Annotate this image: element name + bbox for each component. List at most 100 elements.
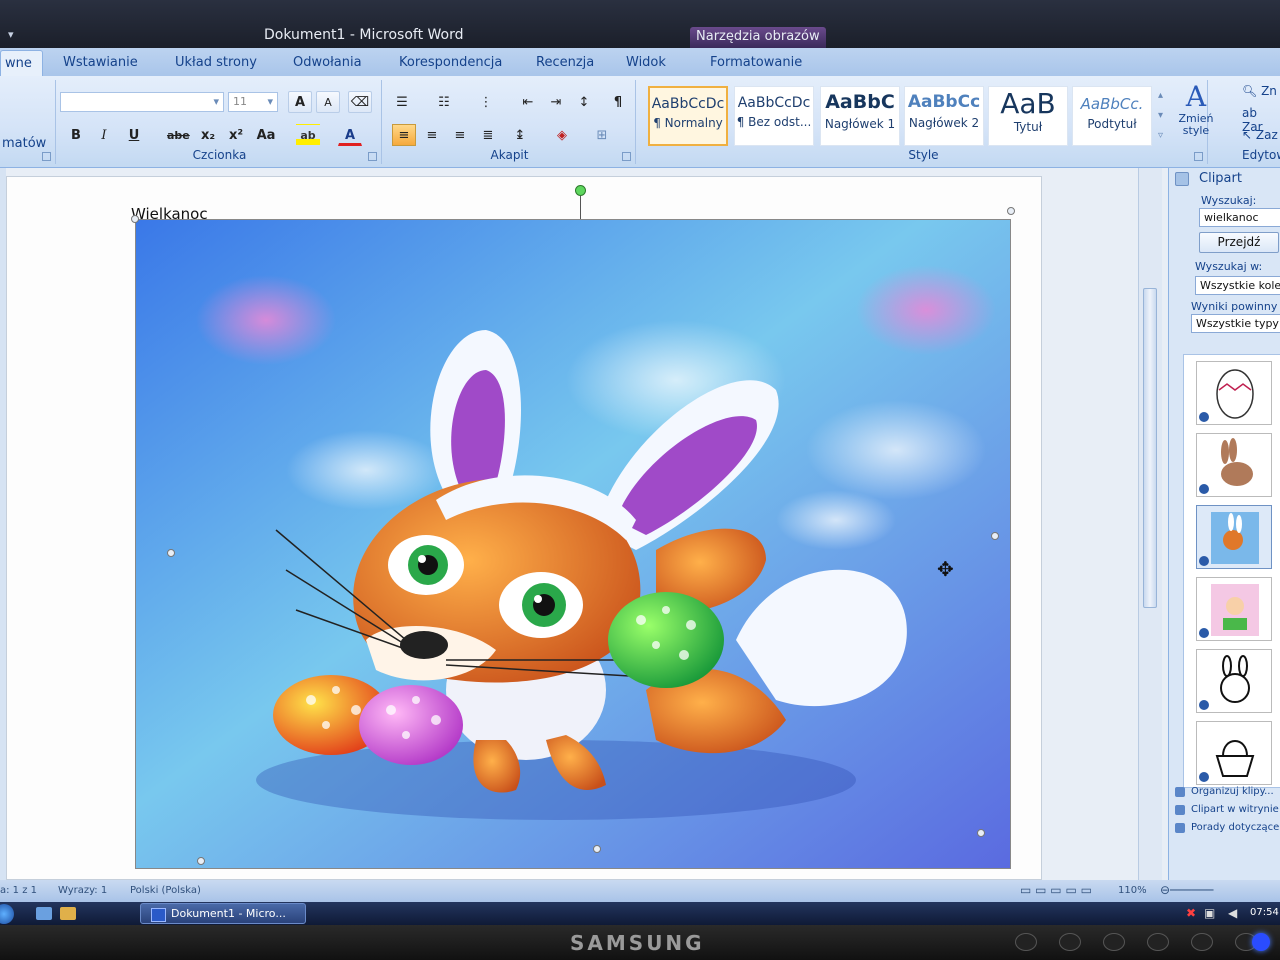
numbering-icon[interactable]: ☷: [432, 91, 456, 113]
tab-review[interactable]: Recenzja: [536, 55, 594, 70]
power-button[interactable]: [1252, 933, 1270, 951]
font-launcher-icon[interactable]: [368, 152, 377, 161]
clipart-result[interactable]: [1196, 577, 1272, 641]
style-title[interactable]: AaB Tytuł: [988, 86, 1068, 146]
clipart-result[interactable]: [1196, 649, 1272, 713]
borders-icon[interactable]: ⊞: [590, 124, 614, 146]
results-type-select[interactable]: Wszystkie typy: [1191, 314, 1280, 333]
clipart-online-link[interactable]: Clipart w witrynie Offic: [1175, 804, 1280, 815]
vertical-scrollbar[interactable]: [1138, 168, 1162, 880]
resize-handle[interactable]: [167, 549, 175, 557]
easter-clipart-image[interactable]: [135, 219, 1011, 869]
resize-handle[interactable]: [197, 857, 205, 865]
style-normal[interactable]: AaBbCcDc ¶ Normalny: [648, 86, 728, 146]
resize-handle[interactable]: [593, 845, 601, 853]
paragraph-launcher-icon[interactable]: [622, 152, 631, 161]
align-right-icon[interactable]: ≡: [448, 124, 472, 146]
style-heading-2[interactable]: AaBbCc Nagłówek 2: [904, 86, 984, 146]
font-size-field[interactable]: 11 ▾: [228, 92, 278, 112]
volume-icon[interactable]: ◀: [1228, 906, 1237, 920]
tab-page-layout[interactable]: Układ strony: [175, 55, 257, 70]
show-marks-icon[interactable]: ¶: [606, 91, 630, 113]
word-count[interactable]: Wyrazy: 1: [58, 885, 107, 896]
monitor-buttons: [1015, 933, 1257, 951]
tab-home[interactable]: wne: [0, 50, 43, 76]
grow-font-button[interactable]: A: [288, 91, 312, 113]
highlight-button[interactable]: ab: [296, 124, 320, 146]
zoom-level[interactable]: 110%: [1118, 885, 1147, 896]
clear-format-icon[interactable]: ⌫: [348, 91, 372, 113]
style-sample: AaBbCcDc: [737, 95, 811, 111]
find-button[interactable]: 🔍︎ Zn: [1242, 84, 1277, 98]
tab-mailings[interactable]: Korespondencja: [399, 55, 502, 70]
tab-format[interactable]: Formatowanie: [710, 55, 802, 70]
shrink-font-button[interactable]: A: [316, 91, 340, 113]
change-case-button[interactable]: Aa: [254, 124, 278, 146]
document-page[interactable]: Wielkanoc ✥: [6, 176, 1042, 880]
bullets-icon[interactable]: ☰: [390, 91, 414, 113]
scrollbar-thumb[interactable]: [1143, 288, 1157, 608]
tab-insert[interactable]: Wstawianie: [63, 55, 138, 70]
monitor-button[interactable]: [1103, 933, 1125, 951]
style-subtitle[interactable]: AaBbCc. Podtytuł: [1072, 86, 1152, 146]
line-spacing-icon[interactable]: ↨: [508, 124, 532, 146]
clipart-result[interactable]: [1196, 433, 1272, 497]
justify-icon[interactable]: ≣: [476, 124, 500, 146]
view-buttons-icon[interactable]: ▭ ▭ ▭ ▭ ▭: [1020, 883, 1092, 897]
rotation-handle[interactable]: [575, 185, 586, 196]
monitor-button[interactable]: [1191, 933, 1213, 951]
style-heading-1[interactable]: AaBbC Nagłówek 1: [820, 86, 900, 146]
select-button[interactable]: ↖ Zaz: [1242, 128, 1278, 142]
tab-view[interactable]: Widok: [626, 55, 666, 70]
decrease-indent-icon[interactable]: ⇤: [516, 91, 540, 113]
monitor-button[interactable]: [1015, 933, 1037, 951]
organize-clips-link[interactable]: Organizuj klipy...: [1175, 786, 1274, 797]
resize-handle[interactable]: [131, 215, 139, 223]
font-name-field[interactable]: ▾: [60, 92, 224, 112]
styles-launcher-icon[interactable]: [1194, 152, 1203, 161]
sort-icon[interactable]: ↕: [572, 91, 596, 113]
underline-button[interactable]: U: [122, 124, 146, 146]
style-no-spacing[interactable]: AaBbCcDc ¶ Bez odst...: [734, 86, 814, 146]
clock[interactable]: 07:54: [1250, 907, 1279, 918]
multilevel-list-icon[interactable]: ⋮: [474, 91, 498, 113]
clipart-result[interactable]: [1196, 361, 1272, 425]
network-icon[interactable]: ✖: [1186, 906, 1196, 920]
align-center-icon[interactable]: ≡: [420, 124, 444, 146]
subscript-button[interactable]: x₂: [196, 124, 220, 146]
go-button[interactable]: Przejdź: [1199, 232, 1279, 253]
resize-handle[interactable]: [977, 829, 985, 837]
align-left-icon[interactable]: ≡: [392, 124, 416, 146]
superscript-button[interactable]: x²: [224, 124, 248, 146]
screen: ▾ Dokument1 - Microsoft Word Narzędzia o…: [0, 0, 1280, 925]
tray-icon[interactable]: ▣: [1204, 906, 1215, 920]
resize-handle[interactable]: [991, 532, 999, 540]
font-color-button[interactable]: A: [338, 124, 362, 146]
group-font: ▾ 11 ▾ A A ⌫ B I U abe x₂ x² Aa ab A Czci…: [58, 80, 382, 164]
bold-button[interactable]: B: [64, 124, 88, 146]
monitor-button[interactable]: [1059, 933, 1081, 951]
quick-access-dropdown-icon[interactable]: ▾: [8, 28, 14, 41]
page-count[interactable]: a: 1 z 1: [0, 885, 37, 896]
search-in-select[interactable]: Wszystkie kolek: [1195, 276, 1280, 295]
resize-handle[interactable]: [1007, 207, 1015, 215]
monitor-button[interactable]: [1147, 933, 1169, 951]
clipart-search-input[interactable]: wielkanoc: [1199, 208, 1280, 227]
explorer-icon[interactable]: [60, 907, 76, 920]
language-indicator[interactable]: Polski (Polska): [130, 885, 201, 896]
increase-indent-icon[interactable]: ⇥: [544, 91, 568, 113]
show-desktop-icon[interactable]: [36, 907, 52, 920]
taskbar-item-word[interactable]: Dokument1 - Micro...: [140, 903, 306, 924]
tab-references[interactable]: Odwołania: [293, 55, 362, 70]
clipart-result[interactable]: [1196, 721, 1272, 785]
start-button[interactable]: [0, 904, 14, 924]
clipart-result-selected[interactable]: [1196, 505, 1272, 569]
tips-link[interactable]: Porady dotyczące znaj: [1175, 822, 1280, 833]
italic-button[interactable]: I: [92, 124, 116, 146]
clipboard-launcher-icon[interactable]: [42, 152, 51, 161]
strikethrough-button[interactable]: abe: [166, 124, 190, 146]
thumbnail-badge-icon: [1199, 700, 1209, 710]
shading-icon[interactable]: ◈: [550, 124, 574, 146]
styles-scroll-icon[interactable]: ▴ ▾ ▿: [1158, 86, 1163, 146]
zoom-slider[interactable]: ⊖──────: [1160, 883, 1213, 897]
